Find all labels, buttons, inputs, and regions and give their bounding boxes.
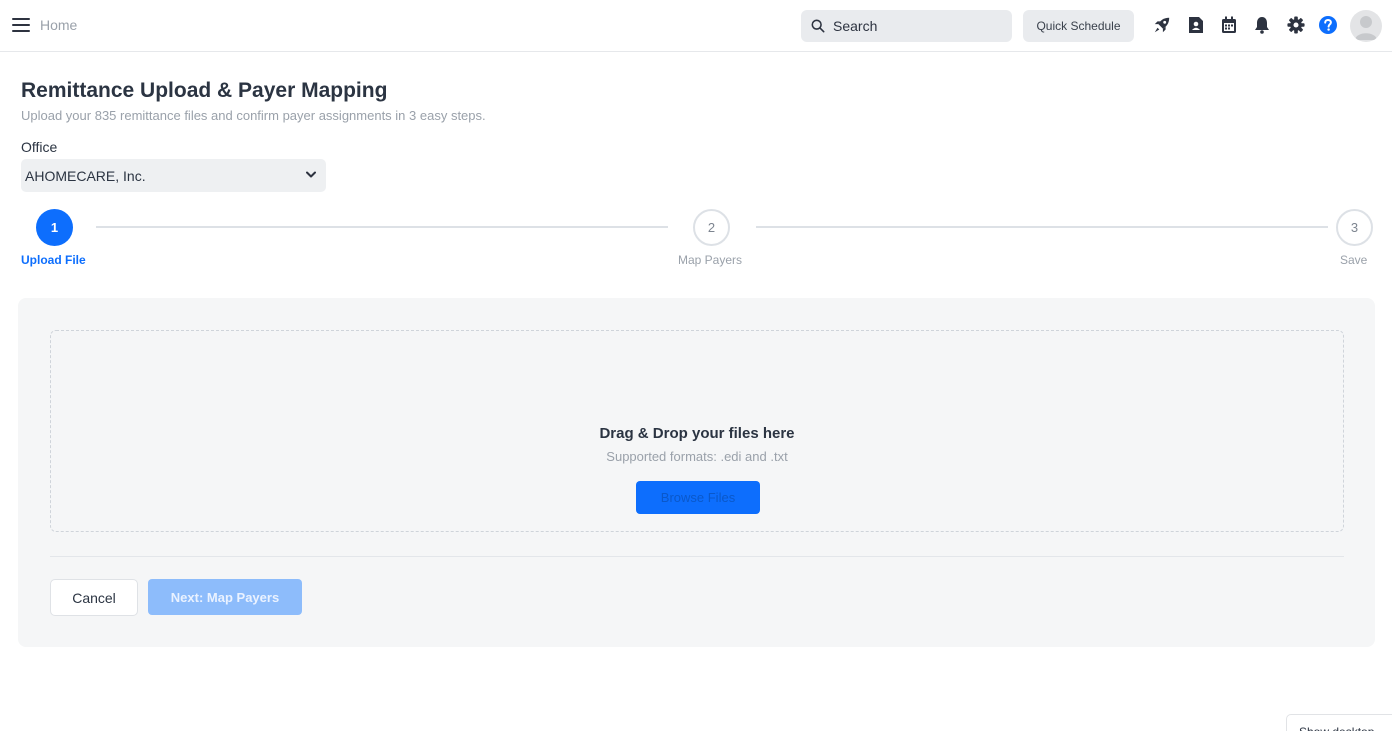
- dropzone-formats: Supported formats: .edi and .txt: [606, 449, 788, 464]
- contact-card-icon[interactable]: [1186, 15, 1206, 35]
- page-title: Remittance Upload & Payer Mapping: [21, 79, 388, 102]
- search-icon: [811, 19, 825, 33]
- calendar-icon[interactable]: [1219, 15, 1239, 35]
- top-navigation-bar: Home Search Quick Schedule: [0, 0, 1392, 52]
- step-1-label: Upload File: [21, 253, 86, 267]
- step-2-label: Map Payers: [678, 253, 743, 267]
- rocket-icon[interactable]: [1152, 15, 1172, 35]
- step-2-indicator: 2: [693, 209, 730, 246]
- cancel-button[interactable]: Cancel: [50, 579, 138, 616]
- office-selected-value: AHOMECARE, Inc.: [25, 167, 146, 184]
- step-3-indicator: 3: [1336, 209, 1373, 246]
- stepper-connector: [96, 226, 668, 228]
- file-dropzone[interactable]: Drag & Drop your files here Supported fo…: [50, 330, 1344, 532]
- dropzone-title: Drag & Drop your files here: [599, 425, 795, 442]
- browse-files-button[interactable]: Browse Files: [636, 481, 760, 514]
- home-link[interactable]: Home: [40, 17, 77, 33]
- office-select[interactable]: AHOMECARE, Inc.: [21, 159, 326, 192]
- hamburger-menu-icon[interactable]: [12, 18, 30, 32]
- show-desktop-button[interactable]: Show desktop: [1286, 714, 1392, 731]
- avatar[interactable]: [1350, 10, 1382, 42]
- divider: [50, 556, 1344, 557]
- help-icon[interactable]: [1318, 15, 1338, 35]
- search-input[interactable]: Search: [801, 10, 1012, 42]
- step-3-label: Save: [1340, 253, 1368, 267]
- next-map-payers-button[interactable]: Next: Map Payers: [148, 579, 302, 615]
- step-1-indicator: 1: [36, 209, 73, 246]
- bell-icon[interactable]: [1252, 15, 1272, 35]
- office-label: Office: [21, 139, 58, 155]
- gear-icon[interactable]: [1286, 15, 1306, 35]
- stepper-connector: [756, 226, 1328, 228]
- chevron-down-icon: [306, 171, 316, 178]
- search-placeholder: Search: [833, 18, 878, 34]
- upload-card: Drag & Drop your files here Supported fo…: [18, 298, 1375, 647]
- quick-schedule-button[interactable]: Quick Schedule: [1023, 10, 1134, 42]
- page-subtitle: Upload your 835 remittance files and con…: [21, 108, 486, 123]
